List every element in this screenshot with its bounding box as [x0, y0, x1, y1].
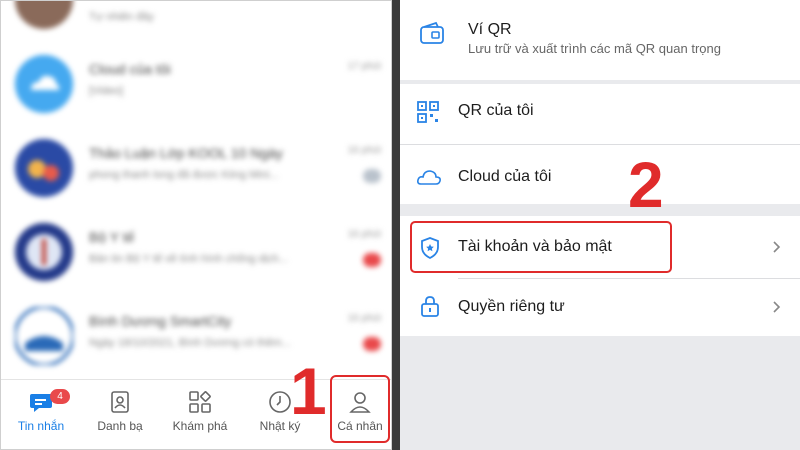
wallet-icon: [420, 21, 444, 44]
cloud-cua-toi-title: Cloud của tôi: [458, 168, 552, 185]
screenshot-root: Tự nhiên đây Cloud của tôi [Video] 17 ph…: [0, 0, 800, 450]
vi-qr-subtitle: Lưu trữ và xuất trình các mã QR quan trọ…: [468, 41, 721, 56]
group-avatar-icon: [15, 139, 73, 197]
quyen-rieng-tu-title: Quyền riêng tư: [458, 298, 565, 315]
nav-kham-pha[interactable]: Khám phá: [161, 380, 239, 449]
conversation-preview: Tự nhiên đây: [89, 11, 154, 23]
nav-tin-nhan[interactable]: 4 Tin nhắn: [2, 380, 80, 449]
conversation-name: Cloud của tôi: [89, 61, 171, 77]
conversation-item[interactable]: Tự nhiên đây: [1, 1, 391, 41]
qr-cua-toi-row[interactable]: QR của tôi: [400, 84, 800, 140]
vi-qr-card: Ví QR Lưu trữ và xuất trình các mã QR qu…: [400, 0, 800, 80]
avatar: [13, 305, 75, 367]
qr-cloud-card: QR của tôi Cloud của tôi: [400, 84, 800, 204]
vi-qr-title: Ví QR: [468, 21, 512, 38]
cloud-icon: [417, 170, 441, 185]
ministry-logo-icon: [15, 223, 73, 281]
qr-icon: [417, 101, 439, 123]
vi-qr-row[interactable]: Ví QR Lưu trữ và xuất trình các mã QR qu…: [400, 0, 800, 80]
conversation-item[interactable]: Cloud của tôi [Video] 17 phút: [1, 43, 391, 125]
divider: [400, 144, 800, 145]
qr-cua-toi-title: QR của tôi: [458, 102, 534, 119]
chevron-right-icon: [773, 301, 781, 313]
conversation-item[interactable]: Thảo Luận Lớp KOOL 10 Ngày phong thanh l…: [1, 127, 391, 209]
conversation-time: 16 phút: [347, 145, 381, 156]
conversation-preview: phong thanh long đã được Kiing Mini...: [89, 169, 279, 181]
clock-icon: [269, 391, 291, 413]
lock-icon: [421, 296, 439, 317]
avatar: [15, 223, 73, 281]
cloud-icon: [15, 55, 73, 113]
chevron-right-icon: [773, 241, 781, 253]
avatar: [15, 55, 73, 113]
ca-nhan-screen: Ví QR Lưu trữ và xuất trình các mã QR qu…: [400, 0, 800, 450]
muted-icon: [363, 169, 381, 183]
conversation-name: Thảo Luận Lớp KOOL 10 Ngày: [89, 145, 283, 161]
avatar: [15, 1, 73, 29]
nav-label: Khám phá: [172, 419, 228, 433]
conversation-preview: Ngày 18/10/2021, Bình Dương có thêm...: [89, 337, 291, 349]
conversation-item[interactable]: Bộ Y tế Bản tin Bộ Y tế về tình hình chố…: [1, 211, 391, 293]
conversation-time: 16 phút: [347, 229, 381, 240]
nav-label: Danh bạ: [97, 419, 143, 433]
conversation-time: 17 phút: [347, 61, 381, 72]
unread-badge: [363, 337, 381, 351]
avatar: [15, 139, 73, 197]
nav-danh-ba[interactable]: Danh bạ: [81, 380, 159, 449]
step-number-2: 2: [628, 149, 664, 221]
cloud-cua-toi-row[interactable]: Cloud của tôi: [400, 150, 800, 206]
conversation-preview: [Video]: [89, 85, 124, 97]
unread-count-badge: 4: [50, 389, 70, 404]
unread-badge: [363, 253, 381, 267]
conversation-time: 16 phút: [347, 313, 381, 324]
zalo-messages-screen: Tự nhiên đây Cloud của tôi [Video] 17 ph…: [0, 0, 392, 450]
contacts-icon: [111, 391, 129, 413]
divider: [458, 278, 800, 279]
conversation-name: Bộ Y tế: [89, 229, 135, 245]
conversation-preview: Bản tin Bộ Y tế về tình hình chống dịch.…: [89, 253, 288, 265]
smartcity-logo-icon: [13, 305, 75, 367]
step-number-1: 1: [290, 354, 327, 428]
conversation-list: Tự nhiên đây Cloud của tôi [Video] 17 ph…: [1, 1, 391, 379]
nav-label: Tin nhắn: [17, 419, 65, 433]
conversation-name: Bình Dương SmartCity: [89, 313, 232, 329]
explore-icon: [189, 391, 211, 413]
quyen-rieng-tu-row[interactable]: Quyền riêng tư: [400, 280, 800, 336]
highlight-ca-nhan: [330, 375, 390, 443]
conversation-item[interactable]: Bình Dương SmartCity Ngày 18/10/2021, Bì…: [1, 295, 391, 377]
highlight-tai-khoan: [410, 221, 672, 273]
